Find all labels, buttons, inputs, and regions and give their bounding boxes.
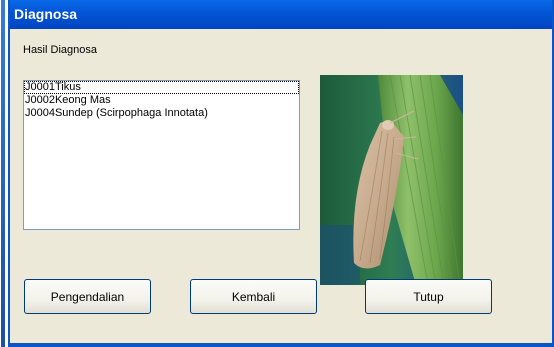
background-window-border <box>1 0 5 347</box>
diagnosis-listbox[interactable]: J0001Tikus J0002Keong Mas J0004Sundep (S… <box>23 80 300 230</box>
list-item[interactable]: J0002Keong Mas <box>24 94 299 107</box>
title-bar[interactable]: Diagnosa <box>10 0 552 29</box>
moth-on-leaf-image <box>320 75 463 285</box>
kembali-button[interactable]: Kembali <box>190 279 317 314</box>
list-item[interactable]: J0004Sundep (Scirpophaga Innotata) <box>24 107 299 120</box>
pest-image <box>320 75 463 285</box>
tutup-button[interactable]: Tutup <box>365 279 492 314</box>
hasil-diagnosa-label: Hasil Diagnosa <box>23 44 97 56</box>
pengendalian-button[interactable]: Pengendalian <box>24 279 151 314</box>
list-item[interactable]: J0001Tikus <box>24 81 299 94</box>
diagnosa-window: Diagnosa Hasil Diagnosa J0001Tikus J0002… <box>8 0 554 347</box>
window-title: Diagnosa <box>14 6 78 22</box>
background-window-edge <box>0 0 8 347</box>
